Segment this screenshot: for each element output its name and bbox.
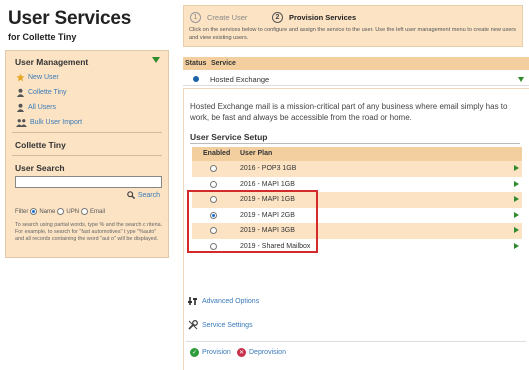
wizard-steps: 1 Create User 2 Provision Services Click…: [183, 5, 523, 47]
enabled-column-header: Enabled: [203, 150, 231, 157]
play-arrow-icon[interactable]: [514, 242, 519, 249]
plan-row[interactable]: 2019 - MAPI 3GB: [192, 223, 522, 239]
advanced-options-label: Advanced Options: [202, 297, 260, 305]
collapse-caret-icon[interactable]: [152, 57, 160, 63]
plan-name: 2019 - MAPI 2GB: [240, 211, 295, 219]
plan-row[interactable]: 2019 - MAPI 2GB: [192, 208, 522, 224]
filter-label: Filter: [15, 208, 29, 215]
step-label: Provision Services: [289, 13, 357, 22]
deprovision-label: Deprovision: [249, 349, 286, 356]
play-arrow-icon[interactable]: [514, 227, 519, 233]
advanced-options-link[interactable]: Advanced Options: [188, 296, 259, 306]
step-provision-services[interactable]: 2 Provision Services: [272, 12, 356, 23]
page-title: User Services: [8, 8, 132, 29]
plan-row[interactable]: 2019 - Shared Mailbox: [192, 239, 522, 255]
plan-name: 2016 - POP3 1GB: [240, 165, 297, 172]
filter-email-label: Email: [90, 208, 106, 215]
expand-caret-icon[interactable]: [518, 77, 524, 82]
service-row-hosted-exchange[interactable]: Hosted Exchange: [183, 72, 529, 86]
divider: [190, 143, 520, 144]
status-indicator: [193, 76, 199, 82]
search-button-label: Search: [137, 191, 160, 199]
plan-radio[interactable]: [210, 227, 217, 234]
user-plan-column-header: User Plan: [240, 150, 273, 157]
plan-row[interactable]: 2019 - MAPI 1GB: [192, 192, 522, 208]
play-arrow-icon[interactable]: [514, 165, 519, 171]
play-arrow-icon[interactable]: [514, 196, 519, 202]
plan-name: 2019 - Shared Mailbox: [240, 242, 311, 250]
user-management-header: User Management: [15, 57, 89, 67]
user-plan-table: Enabled User Plan 2016 - POP3 1GB 2016 -…: [192, 147, 522, 254]
plan-name: 2016 - MAPI 1GB: [240, 180, 295, 188]
step-label: Create User: [207, 13, 248, 22]
search-filter: Filter Name UPN Email: [15, 208, 105, 215]
options-icon: [188, 297, 197, 305]
wrench-icon: [188, 320, 198, 330]
filter-upn-label: UPN: [66, 208, 80, 215]
service-settings-label: Service Settings: [202, 321, 253, 329]
wizard-description: Click on the services below to configure…: [189, 27, 517, 41]
plan-row[interactable]: 2016 - MAPI 1GB: [192, 177, 522, 193]
user-icon: [16, 88, 25, 97]
search-icon: [127, 191, 135, 199]
star-icon: [16, 73, 25, 82]
selected-user-name: Collette Tiny: [15, 140, 66, 150]
bulk-user-import-link[interactable]: Bulk User Import: [16, 118, 82, 127]
step-number: 1: [190, 12, 201, 23]
plan-radio[interactable]: [210, 211, 217, 219]
filter-name-radio[interactable]: [30, 208, 38, 215]
filter-name-label: Name: [39, 208, 56, 215]
user-service-setup-title: User Service Setup: [190, 132, 268, 142]
new-user-link[interactable]: New User: [16, 73, 59, 82]
user-icon: [16, 103, 25, 112]
all-users-label: All Users: [28, 104, 57, 111]
service-settings-link[interactable]: Service Settings: [188, 320, 253, 330]
check-icon: ✓: [190, 348, 199, 357]
play-arrow-icon[interactable]: [514, 180, 519, 187]
collette-tiny-label: Collette Tiny: [28, 89, 67, 96]
filter-email-radio[interactable]: [81, 208, 89, 215]
divider: [186, 341, 526, 342]
filter-upn-radio[interactable]: [57, 208, 65, 215]
user-search-title: User Search: [15, 163, 65, 173]
search-help-text: To search using partial words, type % an…: [15, 222, 163, 242]
deprovision-button[interactable]: ✕ Deprovision: [237, 348, 286, 357]
plan-table-header: Enabled User Plan: [192, 147, 522, 161]
provision-label: Provision: [202, 349, 231, 356]
bulk-user-import-label: Bulk User Import: [30, 119, 83, 126]
plan-name: 2019 - MAPI 1GB: [240, 196, 295, 203]
search-button[interactable]: Search: [127, 191, 160, 199]
plan-radio[interactable]: [210, 196, 217, 203]
service-column-header: Service: [211, 60, 236, 67]
plan-radio[interactable]: [210, 165, 217, 172]
divider: [12, 132, 162, 133]
step-number: 2: [272, 12, 283, 23]
service-name: Hosted Exchange: [210, 75, 270, 84]
service-description: Hosted Exchange mail is a mission-critic…: [190, 102, 508, 122]
play-arrow-icon[interactable]: [514, 211, 519, 218]
page-subtitle: for Collette Tiny: [8, 32, 77, 42]
status-column-header: Status: [185, 60, 207, 67]
new-user-label: New User: [28, 74, 59, 81]
user-search-input[interactable]: [15, 176, 162, 188]
close-icon: ✕: [237, 348, 246, 357]
all-users-link[interactable]: All Users: [16, 103, 56, 112]
step-create-user[interactable]: 1 Create User: [190, 12, 247, 23]
collette-tiny-link[interactable]: Collette Tiny: [16, 88, 67, 97]
divider: [12, 155, 162, 156]
provision-button[interactable]: ✓ Provision: [190, 348, 231, 357]
users-icon: [16, 119, 27, 127]
plan-radio[interactable]: [210, 242, 217, 250]
plan-radio[interactable]: [210, 180, 217, 188]
services-table-header: Status Service: [183, 57, 529, 70]
plan-name: 2019 - MAPI 3GB: [240, 227, 295, 234]
user-management-panel: User Management New User Collette Tiny A…: [5, 50, 169, 258]
plan-row[interactable]: 2016 - POP3 1GB: [192, 161, 522, 177]
